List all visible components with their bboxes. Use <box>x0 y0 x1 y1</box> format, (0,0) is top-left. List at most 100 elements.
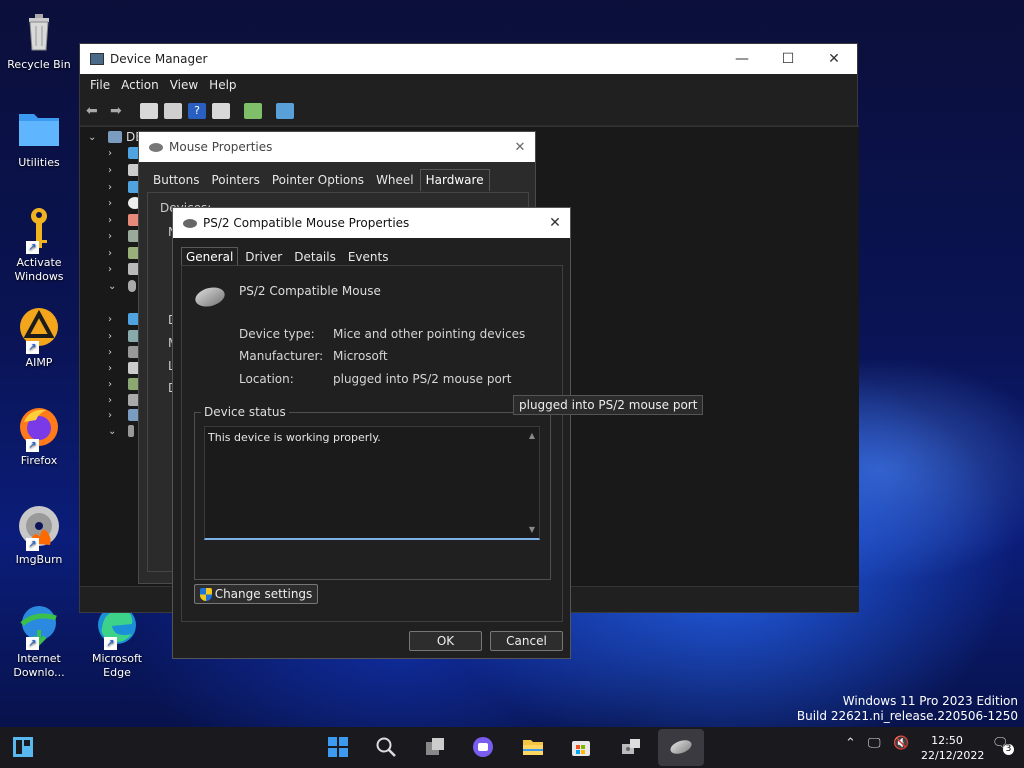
tab-pointers[interactable]: Pointers <box>205 169 265 191</box>
chevron-right-icon[interactable]: › <box>108 395 120 406</box>
tab-pointer-options[interactable]: Pointer Options <box>266 169 370 191</box>
tree-root[interactable]: ⌄ DE <box>88 129 143 145</box>
file-explorer-icon[interactable] <box>522 736 544 758</box>
chevron-down-icon[interactable]: ⌄ <box>108 426 120 437</box>
forward-arrow-icon[interactable]: ➡ <box>110 103 128 119</box>
scroll-down-icon[interactable]: ▼ <box>529 525 535 534</box>
tab-buttons[interactable]: Buttons <box>147 169 205 191</box>
chevron-right-icon[interactable]: › <box>108 198 120 209</box>
tree-row[interactable]: ⌄ <box>108 278 136 294</box>
chevron-right-icon[interactable]: › <box>108 410 120 421</box>
search-icon[interactable] <box>375 736 397 758</box>
desktop-icon-label: Internet Downlo... <box>13 652 65 679</box>
close-icon[interactable]: ✕ <box>505 140 535 155</box>
watermark-line-2: Build 22621.ni_release.220506-1250 <box>796 709 1018 723</box>
tree-row[interactable]: › <box>108 360 142 376</box>
tree-row[interactable]: › <box>108 328 142 344</box>
tab-hardware[interactable]: Hardware <box>419 169 490 191</box>
tree-row[interactable]: › <box>108 145 142 161</box>
device-status-textbox[interactable]: This device is working properly. ▲ ▼ <box>204 426 540 540</box>
tree-row[interactable]: › <box>108 261 142 277</box>
tree-row[interactable]: › <box>108 195 142 211</box>
action-pane-icon[interactable] <box>212 102 230 119</box>
device-manager-titlebar[interactable]: Device Manager — ☐ ✕ <box>80 44 857 74</box>
scan-hardware-icon[interactable] <box>276 102 294 119</box>
menu-help[interactable]: Help <box>209 78 236 92</box>
desktop-icon-microsoft-edge[interactable]: ↗ Microsoft Edge <box>82 602 152 680</box>
tree-row[interactable]: ⌄ <box>108 423 134 439</box>
volume-muted-icon[interactable]: 🔇 <box>893 736 909 751</box>
close-icon[interactable]: ✕ <box>540 215 570 231</box>
tab-details[interactable]: Details <box>289 247 341 267</box>
chevron-up-icon[interactable]: ⌃ <box>845 736 856 751</box>
tree-row[interactable]: › <box>108 392 142 408</box>
chevron-right-icon[interactable]: › <box>108 379 120 390</box>
desktop-icon-internet-download-manager[interactable]: ↗ Internet Downlo... <box>4 602 74 680</box>
menu-view[interactable]: View <box>170 78 198 92</box>
change-settings-button[interactable]: Change settings <box>194 584 318 604</box>
clock[interactable]: 12:50 22/12/2022 <box>921 733 984 763</box>
tree-row[interactable]: › <box>108 311 142 327</box>
chevron-right-icon[interactable]: › <box>108 165 120 176</box>
chevron-right-icon[interactable]: › <box>108 314 120 325</box>
chevron-right-icon[interactable]: › <box>108 231 120 242</box>
back-arrow-icon[interactable]: ⬅ <box>86 103 104 119</box>
tab-general[interactable]: General <box>181 247 239 267</box>
tree-row[interactable]: › <box>108 245 142 261</box>
properties-icon[interactable] <box>164 102 182 119</box>
tab-events[interactable]: Events <box>343 247 394 267</box>
mouse-properties-taskbar-button[interactable] <box>658 729 704 766</box>
menu-file[interactable]: File <box>90 78 110 92</box>
tree-row[interactable]: › <box>108 179 142 195</box>
desktop-icon-recycle-bin[interactable]: Recycle Bin <box>4 8 74 72</box>
mouse-device-icon <box>193 284 227 310</box>
tab-wheel[interactable]: Wheel <box>370 169 420 191</box>
device-status-text: This device is working properly. <box>208 431 381 444</box>
minimize-icon[interactable]: — <box>719 51 765 67</box>
desktop-icon-imgburn[interactable]: ↗ ImgBurn <box>4 503 74 567</box>
chevron-right-icon[interactable]: › <box>108 215 120 226</box>
recycle-bin-icon <box>16 8 62 54</box>
cancel-button[interactable]: Cancel <box>490 631 563 651</box>
show-hide-console-tree-icon[interactable] <box>140 102 158 119</box>
chat-icon[interactable] <box>472 736 494 758</box>
chevron-right-icon[interactable]: › <box>108 264 120 275</box>
mouse-properties-titlebar[interactable]: Mouse Properties ✕ <box>139 132 535 162</box>
desktop-icon-activate-windows[interactable]: ↗ Activate Windows <box>4 206 74 284</box>
desktop-icon-utilities[interactable]: Utilities <box>4 106 74 170</box>
chevron-right-icon[interactable]: › <box>108 148 120 159</box>
tree-row[interactable]: › <box>108 162 142 178</box>
tree-row[interactable]: › <box>108 212 142 228</box>
scroll-up-icon[interactable]: ▲ <box>529 431 535 440</box>
notification-icon[interactable]: 🗨 3 <box>992 736 1014 755</box>
network-icon[interactable]: 🖵 <box>868 736 881 751</box>
chevron-right-icon[interactable]: › <box>108 331 120 342</box>
chevron-right-icon[interactable]: › <box>108 182 120 193</box>
help-icon[interactable]: ? <box>188 102 206 119</box>
tree-row[interactable]: › <box>108 344 142 360</box>
task-view-icon[interactable] <box>424 736 446 758</box>
desktop-icon-aimp[interactable]: ↗ AIMP <box>4 306 74 370</box>
chevron-down-icon[interactable]: ⌄ <box>88 132 100 143</box>
ps2-dialog-titlebar[interactable]: PS/2 Compatible Mouse Properties ✕ <box>173 208 570 238</box>
tab-driver[interactable]: Driver <box>240 247 287 267</box>
close-icon[interactable]: ✕ <box>811 51 857 67</box>
update-driver-icon[interactable] <box>244 102 262 119</box>
widgets-icon[interactable] <box>12 736 34 758</box>
maximize-icon[interactable]: ☐ <box>765 51 811 67</box>
chevron-right-icon[interactable]: › <box>108 347 120 358</box>
device-manager-icon[interactable] <box>620 736 642 758</box>
start-icon[interactable] <box>327 736 349 758</box>
desktop-icon-firefox[interactable]: ↗ Firefox <box>4 404 74 468</box>
store-icon[interactable] <box>570 736 592 758</box>
cancel-label: Cancel <box>506 634 547 648</box>
ps2-mouse-properties-dialog[interactable]: PS/2 Compatible Mouse Properties ✕ Gener… <box>172 207 571 659</box>
chevron-right-icon[interactable]: › <box>108 363 120 374</box>
ok-button[interactable]: OK <box>409 631 482 651</box>
chevron-down-icon[interactable]: ⌄ <box>108 281 120 292</box>
tree-row[interactable]: › <box>108 407 142 423</box>
chevron-right-icon[interactable]: › <box>108 248 120 259</box>
tree-row[interactable]: › <box>108 376 142 392</box>
menu-action[interactable]: Action <box>121 78 159 92</box>
tree-row[interactable]: › <box>108 228 142 244</box>
